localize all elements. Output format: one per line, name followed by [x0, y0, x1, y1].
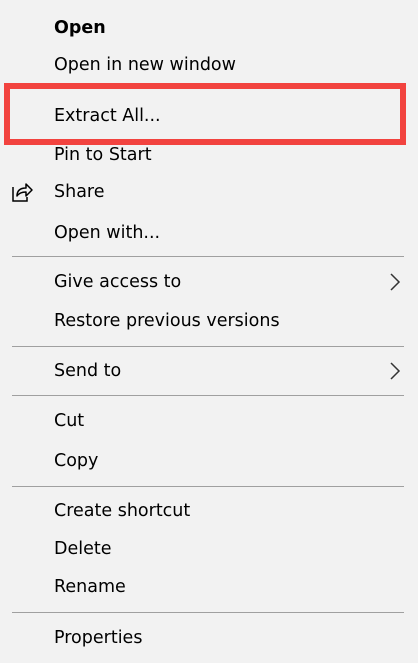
menu-item-create-shortcut[interactable]: Create shortcut [0, 493, 418, 529]
menu-item-restore-previous-versions[interactable]: Restore previous versions [0, 303, 418, 339]
menu-item-restore-previous-versions-label: Restore previous versions [54, 311, 280, 331]
context-menu: Open Open in new window Pin to Start Ext… [0, 0, 418, 663]
menu-item-share[interactable]: Share [0, 174, 418, 210]
menu-item-cut[interactable]: Cut [0, 403, 418, 439]
menu-item-give-access-to[interactable]: Give access to [0, 264, 418, 300]
menu-item-create-shortcut-label: Create shortcut [54, 501, 191, 521]
menu-item-open-new-window-label: Open in new window [54, 55, 236, 75]
menu-separator [12, 612, 404, 613]
chevron-right-icon [388, 272, 402, 292]
menu-item-open-label: Open [54, 18, 106, 38]
share-icon [10, 180, 34, 204]
menu-item-extract-all-label: Extract All... [54, 106, 161, 126]
menu-item-cut-label: Cut [54, 411, 85, 431]
menu-item-open[interactable]: Open [0, 10, 418, 46]
menu-item-pin-to-start[interactable]: Pin to Start [0, 137, 418, 173]
menu-item-give-access-to-label: Give access to [54, 272, 182, 292]
menu-item-open-new-window[interactable]: Open in new window [0, 47, 418, 83]
chevron-right-icon [388, 361, 402, 381]
menu-separator [12, 256, 404, 257]
menu-item-copy-label: Copy [54, 451, 99, 471]
menu-item-send-to[interactable]: Send to [0, 353, 418, 389]
menu-item-share-label: Share [54, 182, 105, 202]
menu-item-open-with-label: Open with... [54, 223, 161, 243]
menu-item-delete-label: Delete [54, 539, 112, 559]
menu-item-copy[interactable]: Copy [0, 443, 418, 479]
menu-item-rename-label: Rename [54, 577, 126, 597]
menu-item-pin-to-start-label: Pin to Start [54, 145, 152, 165]
menu-item-send-to-label: Send to [54, 361, 122, 381]
menu-item-properties-label: Properties [54, 628, 143, 648]
menu-item-rename[interactable]: Rename [0, 569, 418, 605]
menu-separator [12, 346, 404, 347]
menu-separator [12, 486, 404, 487]
menu-item-properties[interactable]: Properties [0, 620, 418, 656]
menu-item-open-with[interactable]: Open with... [0, 215, 418, 251]
menu-separator [12, 395, 404, 396]
menu-item-extract-all[interactable]: Extract All... [0, 98, 418, 134]
menu-item-delete[interactable]: Delete [0, 531, 418, 567]
